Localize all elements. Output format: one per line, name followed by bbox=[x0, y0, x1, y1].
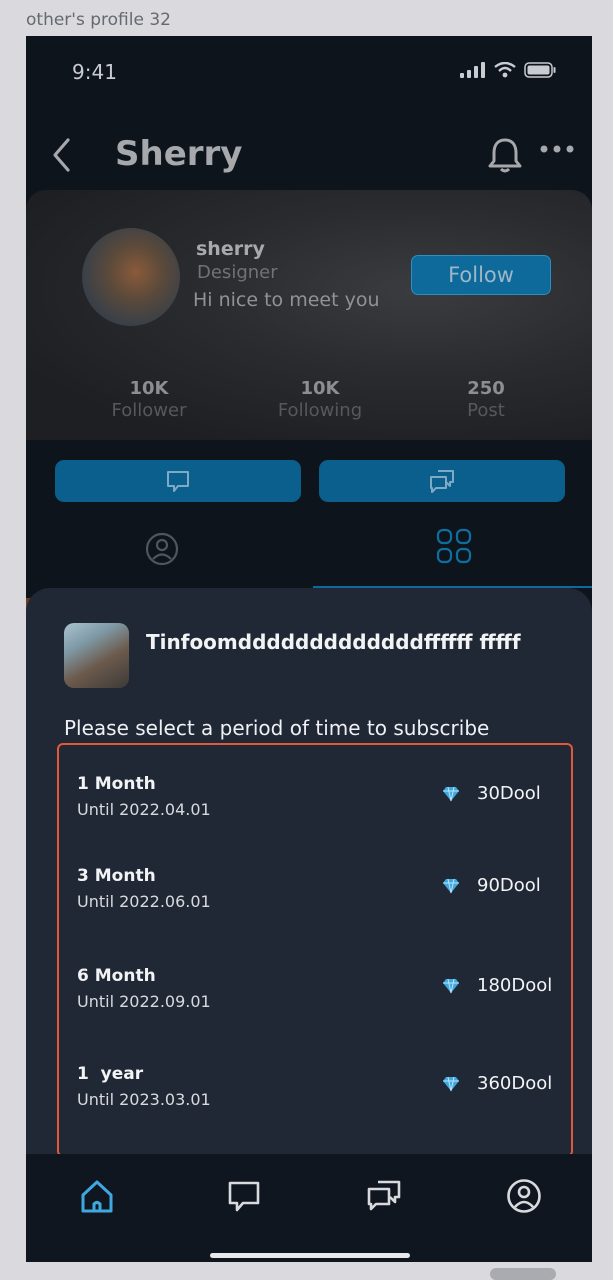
back-arrow-icon[interactable] bbox=[50, 136, 72, 174]
stat-following-label: Following bbox=[277, 400, 363, 421]
plan-option-6-month[interactable]: 6 Month Until 2022.09.01 180Dool bbox=[77, 966, 567, 1026]
diamond-icon bbox=[443, 786, 459, 802]
diamond-icon bbox=[443, 978, 459, 994]
home-icon[interactable] bbox=[78, 1178, 116, 1216]
creator-avatar bbox=[64, 623, 129, 688]
wifi-icon bbox=[494, 62, 516, 78]
profile-icon[interactable] bbox=[506, 1178, 542, 1214]
plan-price: 30Dool bbox=[477, 783, 541, 804]
status-icons bbox=[460, 62, 556, 78]
diamond-icon bbox=[443, 1076, 459, 1092]
creator-name: Tinfoomdddddddddddddffffff fffff bbox=[146, 630, 521, 654]
subscribe-prompt: Please select a period of time to subscr… bbox=[64, 716, 490, 740]
profile-name: sherry bbox=[196, 238, 265, 260]
page-title: Sherry bbox=[115, 134, 243, 174]
plan-price: 90Dool bbox=[477, 875, 541, 896]
signal-icon bbox=[460, 62, 485, 78]
plan-title: 1 year bbox=[77, 1064, 144, 1084]
scrollbar-thumb[interactable] bbox=[490, 1268, 556, 1280]
plan-until: Until 2022.06.01 bbox=[77, 892, 211, 911]
plan-until: Until 2023.03.01 bbox=[77, 1090, 211, 1109]
profile-bio: Hi nice to meet you bbox=[193, 289, 380, 311]
avatar[interactable] bbox=[82, 228, 180, 326]
chat-bubble-icon bbox=[167, 471, 189, 492]
chats-icon[interactable] bbox=[366, 1178, 402, 1214]
chats-icon bbox=[430, 470, 454, 493]
stat-follower-count: 10K bbox=[129, 378, 169, 399]
stat-follower-label: Follower bbox=[111, 400, 187, 421]
plan-list: 1 Month Until 2022.04.01 30Dool 3 Month … bbox=[57, 743, 573, 1157]
message-button[interactable] bbox=[55, 460, 301, 502]
plan-price: 180Dool bbox=[477, 975, 553, 996]
chat-bubble-icon[interactable] bbox=[226, 1178, 262, 1214]
tab-profile-icon[interactable] bbox=[145, 532, 179, 566]
plan-until: Until 2022.09.01 bbox=[77, 992, 211, 1011]
subscribe-sheet: Tinfoomdddddddddddddffffff fffff Please … bbox=[26, 588, 592, 1157]
frame-label: other's profile 32 bbox=[26, 10, 171, 30]
follow-button[interactable]: Follow bbox=[411, 255, 551, 295]
profile-role: Designer bbox=[197, 262, 278, 283]
plan-title: 3 Month bbox=[77, 866, 156, 886]
home-indicator bbox=[210, 1253, 410, 1258]
bottom-nav bbox=[26, 1154, 592, 1262]
plan-option-3-month[interactable]: 3 Month Until 2022.06.01 90Dool bbox=[77, 866, 567, 926]
stat-post-count: 250 bbox=[467, 378, 505, 399]
plan-price: 360Dool bbox=[477, 1073, 553, 1094]
bell-icon[interactable] bbox=[486, 136, 524, 174]
diamond-icon bbox=[443, 878, 459, 894]
plan-option-1-year[interactable]: 1 year Until 2023.03.01 360Dool bbox=[77, 1064, 567, 1124]
stat-following-count: 10K bbox=[300, 378, 340, 399]
status-time: 9:41 bbox=[72, 60, 117, 84]
profile-card: sherry Designer Hi nice to meet you Foll… bbox=[26, 190, 592, 440]
phone-screen: 9:41 Sherry sherry Designer Hi nice to m… bbox=[26, 36, 592, 1262]
chats-button[interactable] bbox=[319, 460, 565, 502]
stat-post-label: Post bbox=[467, 400, 505, 421]
plan-until: Until 2022.04.01 bbox=[77, 800, 211, 819]
plan-title: 6 Month bbox=[77, 966, 156, 986]
more-options-icon[interactable] bbox=[540, 144, 574, 154]
battery-icon bbox=[524, 62, 556, 78]
plan-title: 1 Month bbox=[77, 774, 156, 794]
plan-option-1-month[interactable]: 1 Month Until 2022.04.01 30Dool bbox=[77, 774, 567, 834]
tab-grid-icon[interactable] bbox=[436, 528, 472, 564]
